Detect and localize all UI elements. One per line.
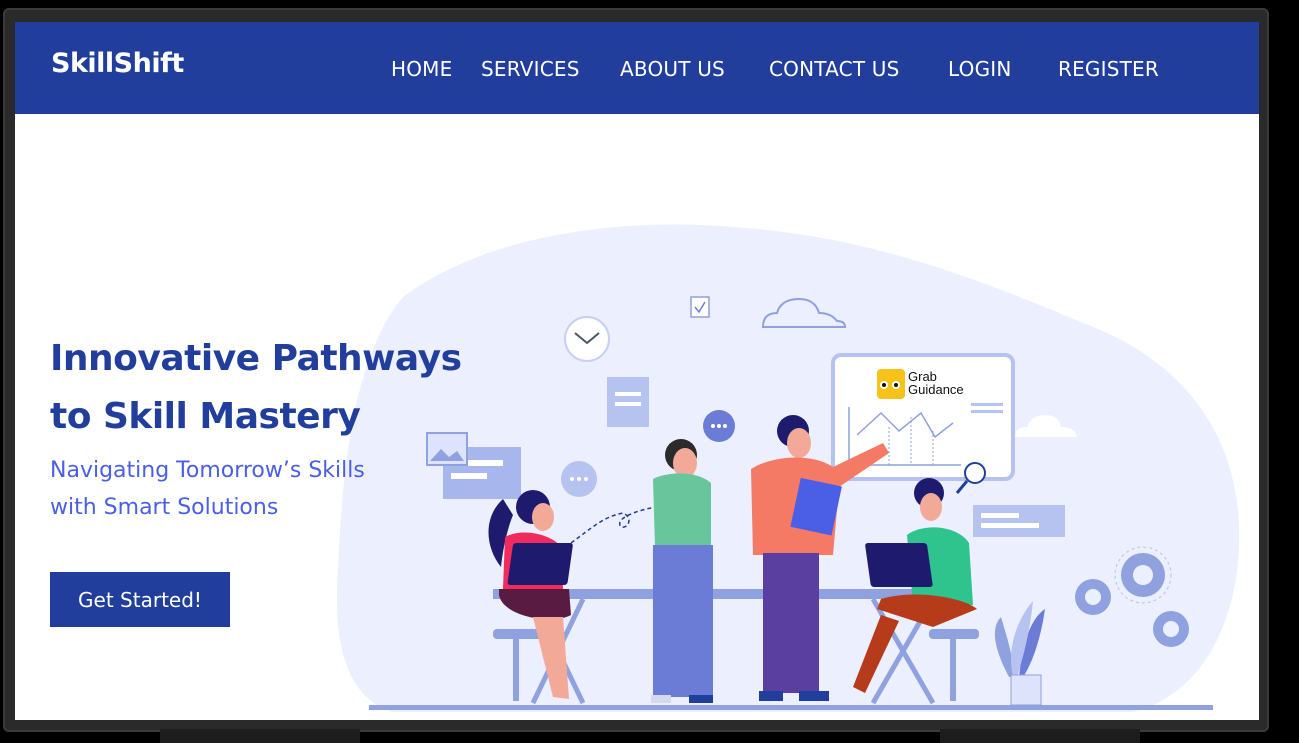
hero-title-line2: to Skill Mastery xyxy=(50,396,361,437)
hero-title-line1: Innovative Pathways xyxy=(50,338,462,379)
navbar: SkillShift HOME SERVICES ABOUT US CONTAC… xyxy=(15,22,1259,114)
nav-services[interactable]: SERVICES xyxy=(481,57,580,81)
monitor-screen: SkillShift HOME SERVICES ABOUT US CONTAC… xyxy=(15,22,1259,720)
person-man-thinking xyxy=(651,439,713,703)
magnifier-icon xyxy=(964,462,986,484)
chat-bubble-icon xyxy=(703,410,735,442)
hero-subtitle-line2: with Smart Solutions xyxy=(50,495,279,520)
stool-left xyxy=(493,629,543,639)
board-logo-line2: Guidance xyxy=(908,382,964,397)
chat-bubble-icon xyxy=(561,461,597,497)
stool-right xyxy=(929,629,979,639)
hero-illustration: Grab Guidance xyxy=(336,224,1240,712)
get-started-button[interactable]: Get Started! xyxy=(50,572,230,627)
clock-icon xyxy=(564,316,610,362)
brand-logo[interactable]: SkillShift xyxy=(51,48,184,79)
hero-subtitle-line1: Navigating Tomorrow’s Skills xyxy=(50,458,365,483)
monitor-stand-right xyxy=(940,729,1140,743)
nav-login[interactable]: LOGIN xyxy=(948,57,1012,81)
check-note-icon xyxy=(690,296,710,318)
nav-register[interactable]: REGISTER xyxy=(1058,57,1159,81)
nav-home[interactable]: HOME xyxy=(391,57,452,81)
document-icon xyxy=(607,377,649,427)
nav-about-us[interactable]: ABOUT US xyxy=(620,57,725,81)
nav-contact-us[interactable]: CONTACT US xyxy=(769,57,900,81)
monitor-stand-left xyxy=(160,729,360,743)
floor-line xyxy=(369,705,1213,710)
